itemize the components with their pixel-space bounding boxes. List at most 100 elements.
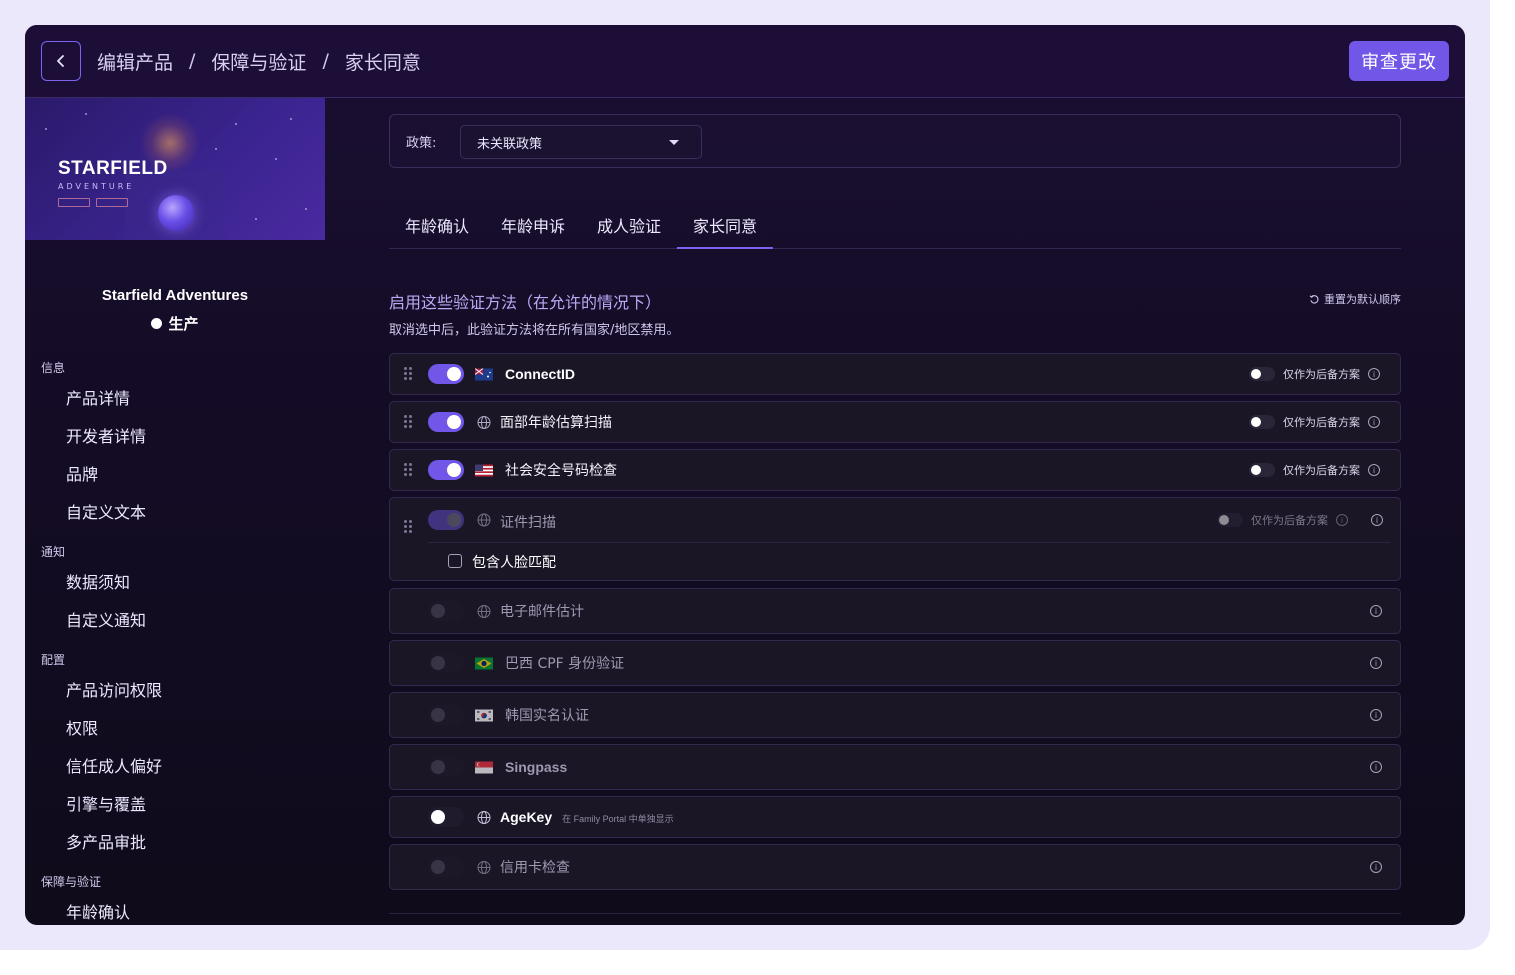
policy-select[interactable]: 未关联政策 [460,125,702,159]
method-toggle[interactable] [428,510,464,530]
us-flag-icon [475,464,493,477]
drag-handle-icon[interactable] [404,463,414,477]
nav-item-custom-notification[interactable]: 自定义通知 [66,607,146,631]
method-row-singpass: Singpass i [389,744,1401,790]
method-toggle[interactable] [428,757,464,777]
app-window: 编辑产品 / 保障与验证 / 家长同意 审查更改 STARFIELD ADVEN… [25,25,1465,925]
tab-parental-consent[interactable]: 家长同意 [677,201,774,249]
breadcrumb-separator: / [189,50,196,72]
review-changes-button[interactable]: 审查更改 [1349,41,1449,81]
face-match-label: 包含人脸匹配 [472,555,556,571]
fallback-toggle[interactable] [1249,367,1275,381]
globe-icon [475,604,493,618]
globe-icon [475,860,493,874]
br-flag-icon [475,657,493,670]
product-name: Starfield Adventures [101,287,249,304]
method-row-ssn: 社会安全号码检查 仅作为后备方案 i [389,449,1401,491]
nav-item-product-access[interactable]: 产品访问权限 [66,677,162,701]
method-toggle[interactable] [428,601,464,621]
breadcrumb-item-current: 家长同意 [344,51,421,74]
info-icon[interactable]: i [1368,464,1380,476]
method-row-connectid: ConnectID 仅作为后备方案 i [389,353,1401,395]
face-match-checkbox[interactable] [448,554,462,568]
info-icon[interactable]: i [1370,861,1382,873]
fallback-label: 仅作为后备方案 [1251,514,1328,527]
method-name: 面部年龄估算扫描 [500,415,612,431]
method-name: 巴西 CPF 身份验证 [505,656,625,672]
method-toggle[interactable] [428,807,464,827]
fallback-control: 仅作为后备方案 i [1249,366,1380,382]
planet-graphic [158,195,194,231]
nav-item-permissions[interactable]: 权限 [66,715,98,739]
tab-age-appeal[interactable]: 年龄申诉 [485,201,581,249]
sg-flag-icon [475,761,493,774]
info-icon[interactable]: i [1370,605,1382,617]
method-toggle[interactable] [428,857,464,877]
tab-adult-verification[interactable]: 成人验证 [581,201,677,249]
info-icon[interactable]: i [1370,657,1382,669]
nav-item-brand[interactable]: 品牌 [66,461,98,485]
method-name: 证件扫描 [500,515,556,531]
drag-handle-icon[interactable] [404,415,414,429]
bottom-divider [389,913,1401,914]
hero-subtitle: ADVENTURE [58,182,135,191]
nav-item-engine-override[interactable]: 引擎与覆盖 [66,791,146,815]
info-icon[interactable]: i [1370,761,1382,773]
nav-item-product-details[interactable]: 产品详情 [66,385,130,409]
method-row-face-scan: 面部年龄估算扫描 仅作为后备方案 i [389,401,1401,443]
method-toggle[interactable] [428,460,464,480]
method-row-credit-card: 信用卡检查 i [389,844,1401,890]
fallback-toggle[interactable] [1249,463,1275,477]
method-toggle[interactable] [428,364,464,384]
reset-icon [1309,294,1319,304]
globe-icon [475,810,493,824]
nav-item-trusted-adult[interactable]: 信任成人偏好 [66,753,162,777]
row-divider [428,542,1390,543]
method-toggle[interactable] [428,653,464,673]
au-flag-icon [475,368,493,381]
chevron-left-icon [57,55,64,67]
method-row-document-scan: 证件扫描 仅作为后备方案 i i 包含人脸匹配 [389,497,1401,581]
fallback-control: 仅作为后备方案 i [1217,512,1348,528]
method-name: Singpass [505,759,568,775]
breadcrumb-item-edit-product[interactable]: 编辑产品 [97,48,173,75]
method-toggle[interactable] [428,705,464,725]
nav-section-assurance: 保障与验证 [41,875,102,889]
nav-item-data-notice[interactable]: 数据须知 [66,569,130,593]
policy-selected-value: 未关联政策 [477,136,543,152]
reset-order-label: 重置为默认顺序 [1324,293,1401,306]
info-icon[interactable]: i [1336,514,1348,526]
nav-item-age-confirmation[interactable]: 年龄确认 [66,899,130,923]
nav-section-config: 配置 [41,653,66,667]
fallback-toggle[interactable] [1249,415,1275,429]
info-icon[interactable]: i [1370,709,1382,721]
reset-order-link[interactable]: 重置为默认顺序 [1309,291,1401,307]
fallback-label: 仅作为后备方案 [1283,416,1360,429]
fallback-control: 仅作为后备方案 i [1249,462,1380,478]
nav-item-multi-product[interactable]: 多产品审批 [66,829,146,853]
info-icon[interactable]: i [1371,514,1383,526]
method-name: AgeKey [500,809,553,825]
fallback-control: 仅作为后备方案 i [1249,414,1380,430]
tab-age-confirmation[interactable]: 年龄确认 [389,201,485,249]
nav-item-custom-text[interactable]: 自定义文本 [66,499,146,523]
product-hero-image: STARFIELD ADVENTURE [25,98,325,240]
fallback-label: 仅作为后备方案 [1283,464,1360,477]
info-icon[interactable]: i [1368,416,1380,428]
method-name: 社会安全号码检查 [505,463,617,479]
back-button[interactable] [41,41,81,81]
nav-section-info: 信息 [41,361,66,375]
fallback-toggle[interactable] [1217,513,1243,527]
info-icon[interactable]: i [1368,368,1380,380]
method-row-brazil-cpf: 巴西 CPF 身份验证 i [389,640,1401,686]
method-row-email: 电子邮件估计 i [389,588,1401,634]
nav-item-developer-details[interactable]: 开发者详情 [66,423,146,447]
drag-handle-icon[interactable] [404,520,414,534]
drag-handle-icon[interactable] [404,367,414,381]
globe-icon [475,513,493,526]
breadcrumb-item-assurance[interactable]: 保障与验证 [211,48,306,75]
method-toggle[interactable] [428,412,464,432]
policy-bar: 政策: 未关联政策 [389,114,1401,168]
kr-flag-icon [475,709,493,722]
caret-down-icon [669,140,679,145]
